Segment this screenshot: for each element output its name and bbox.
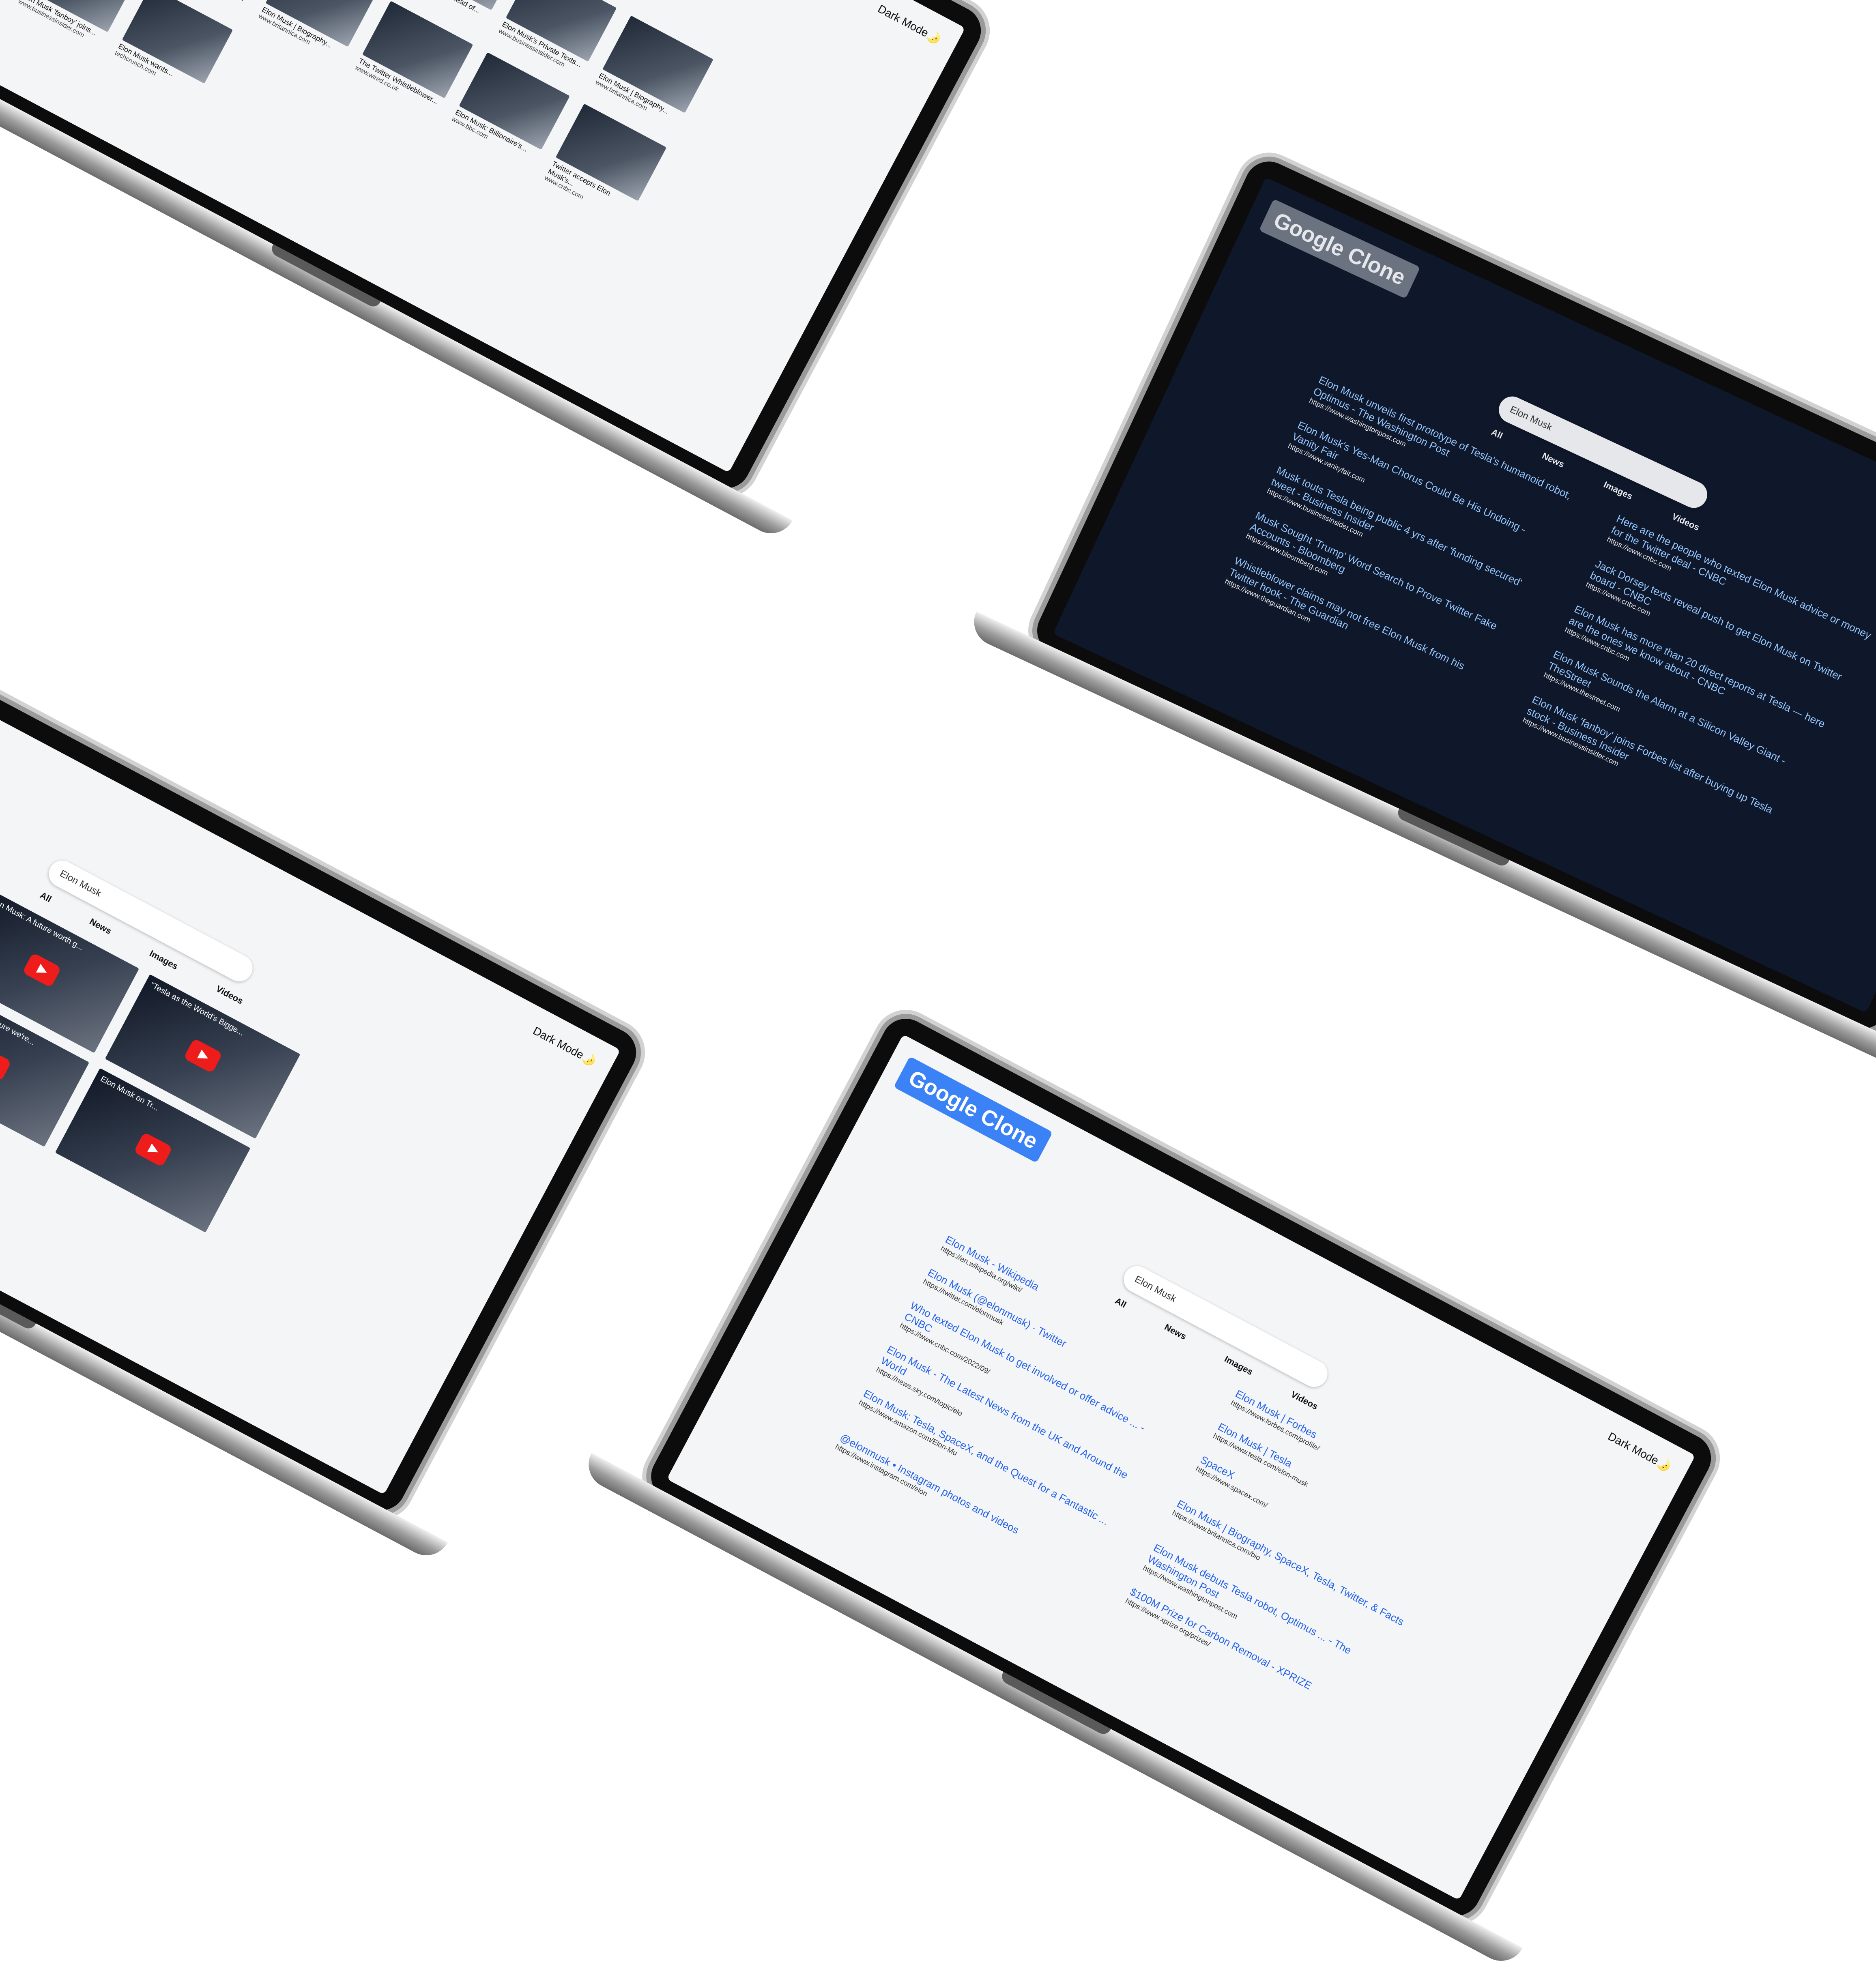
laptop-lid: Elon Musk All News Images Videos Dark Mo… (0, 0, 990, 497)
tab-images[interactable]: Images (1223, 1354, 1255, 1378)
app-logo[interactable]: Google Clone (1259, 199, 1420, 299)
app-logo[interactable]: Google Clone (893, 1056, 1053, 1163)
tab-all[interactable]: All (1113, 1295, 1128, 1310)
image-result[interactable]: Elon Musk 'fanboy' joins... www.businessi… (17, 0, 136, 48)
laptop-news-dark: Google Clone Elon Musk All News Images V… (966, 153, 1876, 1080)
tab-videos[interactable]: Videos (214, 983, 245, 1007)
video-grid: Elon Musk Talks Twitter, Tes...Elon Musk… (0, 803, 301, 1233)
video-title: Elon Musk: A future worth g... (0, 895, 85, 953)
screen-news: Google Clone Elon Musk All News Images V… (1053, 177, 1876, 1013)
tab-images[interactable]: Images (1602, 479, 1634, 502)
result-thumbnail[interactable] (122, 0, 233, 84)
tab-videos[interactable]: Videos (1670, 511, 1701, 533)
tab-images[interactable]: Images (148, 948, 180, 972)
image-result[interactable]: Elon Musk | Biography... www.britannica.c… (253, 0, 377, 71)
tab-all[interactable]: All (38, 890, 54, 904)
play-icon[interactable] (0, 1046, 12, 1082)
dark-mode-toggle[interactable]: Dark Mode🌛 (1606, 1430, 1674, 1474)
play-icon[interactable] (22, 952, 62, 988)
laptop-lid: Google Clone Elon Musk All News Images V… (1029, 153, 1876, 1037)
video-title: "Tesla as the World's Bigge... (148, 980, 246, 1038)
tab-news[interactable]: News (1163, 1322, 1188, 1342)
news-results: Elon Musk unveils first prototype of Tes… (1223, 374, 1873, 842)
laptop-videos: Google Clone Elon Musk All News Images V… (0, 604, 645, 1564)
laptop-all: Google Clone Elon Musk All News Images V… (580, 1010, 1720, 1970)
play-icon[interactable] (133, 1132, 173, 1168)
image-grid: Elon Musk May Lose a Lot in...www.thestr… (17, 0, 713, 305)
screen-images: Elon Musk All News Images Videos Dark Mo… (0, 0, 965, 473)
play-icon[interactable] (183, 1038, 223, 1074)
tab-videos[interactable]: Videos (1289, 1389, 1320, 1412)
image-result[interactable]: Elon Musk wants... techcrunch.com (114, 0, 233, 100)
laptop-images: Elon Musk All News Images Videos Dark Mo… (0, 0, 990, 542)
tab-news[interactable]: News (88, 916, 113, 936)
dark-mode-toggle[interactable]: Dark Mode🌛 (876, 2, 943, 47)
tab-news[interactable]: News (1540, 451, 1566, 470)
tab-all[interactable]: All (1489, 427, 1504, 441)
dark-mode-toggle[interactable]: Dark Mode🌛 (531, 1024, 599, 1069)
